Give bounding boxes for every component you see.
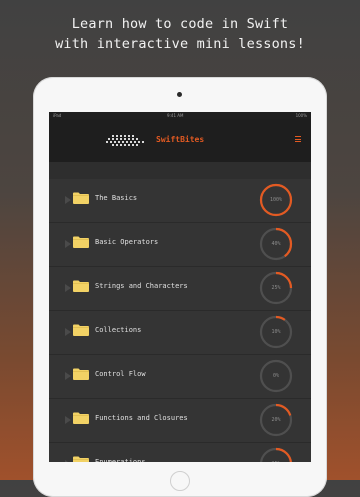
- folder-icon: [73, 456, 89, 462]
- ipad-device-frame: iPad 9:41 AM 100% SwiftBites The Basics …: [33, 77, 327, 497]
- progress-percent: 100%: [269, 197, 283, 203]
- status-carrier: iPad: [53, 113, 62, 118]
- lesson-row[interactable]: The Basics 100%: [49, 179, 311, 223]
- progress-percent: 40%: [271, 241, 281, 247]
- play-triangle-icon: [65, 328, 71, 336]
- lesson-row[interactable]: Strings and Characters 25%: [49, 267, 311, 311]
- camera-icon: [177, 92, 182, 97]
- progress-percent: 20%: [271, 417, 281, 423]
- lesson-title: Basic Operators: [95, 238, 159, 246]
- folder-icon: [73, 412, 89, 424]
- progress-percent: 10%: [271, 329, 281, 335]
- folder-icon: [73, 324, 89, 336]
- progress-percent: 0%: [272, 373, 280, 379]
- play-triangle-icon: [65, 196, 71, 204]
- lesson-title: Strings and Characters: [95, 282, 188, 290]
- status-time: 9:41 AM: [167, 113, 184, 118]
- folder-icon: [73, 236, 89, 248]
- arrow-logo-icon: [106, 135, 144, 146]
- progress-percent: 25%: [259, 447, 293, 462]
- folder-icon: [73, 368, 89, 380]
- app-screen: iPad 9:41 AM 100% SwiftBites The Basics …: [49, 112, 311, 462]
- status-battery: 100%: [295, 113, 307, 118]
- lesson-title: Enumerations: [95, 458, 146, 462]
- lesson-title: The Basics: [95, 194, 138, 202]
- lesson-title: Functions and Closures: [95, 414, 188, 422]
- headline-line-2: with interactive mini lessons!: [55, 36, 305, 52]
- lesson-row[interactable]: Functions and Closures 20%: [49, 399, 311, 443]
- headline-line-1: Learn how to code in Swift: [71, 16, 289, 32]
- navigation-bar: SwiftBites: [49, 119, 311, 162]
- lesson-row[interactable]: Basic Operators 40%: [49, 223, 311, 267]
- promo-headline: Learn how to code in Swift with interact…: [0, 14, 360, 54]
- play-triangle-icon: [65, 240, 71, 248]
- lesson-row[interactable]: Control Flow 0%: [49, 355, 311, 399]
- home-button[interactable]: [170, 471, 190, 491]
- lesson-row[interactable]: Enumerations 25%: [49, 443, 311, 462]
- app-title: SwiftBites: [156, 135, 205, 144]
- play-triangle-icon: [65, 284, 71, 292]
- progress-percent: 25%: [271, 285, 281, 291]
- play-triangle-icon: [65, 460, 71, 462]
- folder-icon: [73, 280, 89, 292]
- play-triangle-icon: [65, 416, 71, 424]
- list-header-spacer: [49, 162, 311, 179]
- hamburger-menu-icon[interactable]: [295, 136, 301, 142]
- lesson-row[interactable]: Collections 10%: [49, 311, 311, 355]
- lesson-list: The Basics 100% Basic Operators 40% Stri…: [49, 179, 311, 462]
- lesson-title: Control Flow: [95, 370, 146, 378]
- folder-icon: [73, 192, 89, 204]
- play-triangle-icon: [65, 372, 71, 380]
- status-bar: iPad 9:41 AM 100%: [49, 112, 311, 119]
- lesson-title: Collections: [95, 326, 142, 334]
